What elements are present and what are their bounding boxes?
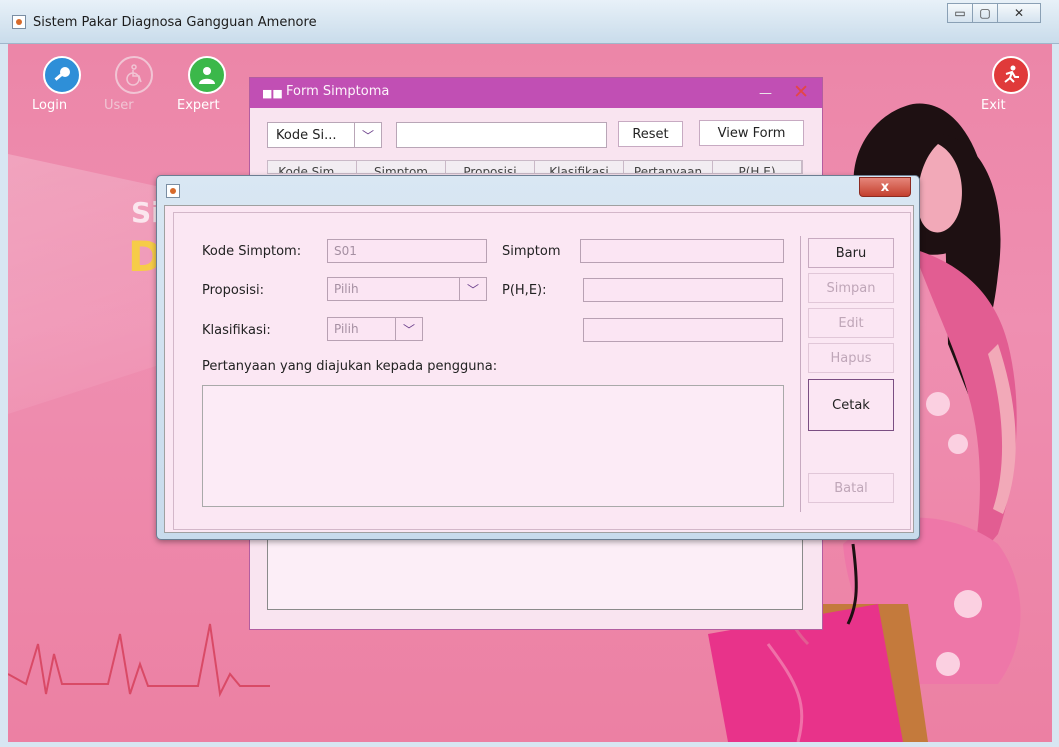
wheelchair-icon — [115, 56, 153, 94]
toolbar-exit[interactable]: Exit — [981, 56, 1041, 113]
chevron-down-icon: ﹀ — [459, 278, 486, 300]
simptom-field[interactable] — [580, 239, 784, 263]
expert-label: Expert — [177, 98, 220, 113]
form-close-button[interactable]: ✕ — [793, 81, 809, 103]
column-header[interactable]: P(H,E) — [713, 161, 802, 173]
column-header[interactable]: Simptom — [357, 161, 446, 173]
toolbar-login[interactable]: Login — [32, 56, 92, 113]
window-title: Sistem Pakar Diagnosa Gangguan Amenore — [33, 15, 317, 30]
login-label: Login — [32, 98, 68, 113]
kode-simptom-value: S01 — [334, 244, 357, 258]
window-controls: ▭ ▢ ✕ — [947, 3, 1041, 23]
maximize-button[interactable]: ▢ — [972, 3, 998, 23]
view-form-button[interactable]: View Form — [699, 120, 804, 146]
key-icon — [43, 56, 81, 94]
exit-label: Exit — [981, 98, 1006, 113]
proposisi-combo[interactable]: Pilih ﹀ — [327, 277, 487, 301]
phe-field[interactable] — [583, 278, 783, 302]
simptom-label: Simptom — [502, 244, 561, 259]
close-button[interactable]: ✕ — [997, 3, 1041, 23]
windows-logo-icon: ■■ — [262, 87, 283, 100]
hapus-button[interactable]: Hapus — [808, 343, 894, 373]
heartbeat-line — [8, 623, 270, 698]
pertanyaan-label: Pertanyaan yang diajukan kepada pengguna… — [202, 359, 498, 374]
user-label: User — [104, 98, 134, 113]
form-minimize-button[interactable]: — — [759, 86, 772, 101]
batal-button[interactable]: Batal — [808, 473, 894, 503]
phe-label: P(H,E): — [502, 283, 547, 298]
runner-icon — [992, 56, 1030, 94]
dialog-content: Kode Simptom: S01 Simptom Proposisi: Pil… — [164, 205, 914, 533]
person-icon — [188, 56, 226, 94]
edit-button[interactable]: Edit — [808, 308, 894, 338]
main-titlebar: Sistem Pakar Diagnosa Gangguan Amenore ▭… — [0, 0, 1059, 44]
baru-button[interactable]: Baru — [808, 238, 894, 268]
dialog-form-panel: Kode Simptom: S01 Simptom Proposisi: Pil… — [173, 212, 911, 530]
dialog-close-button[interactable]: x — [859, 177, 911, 197]
column-header[interactable]: Klasifikasi — [535, 161, 624, 173]
java-app-icon — [12, 15, 26, 29]
pertanyaan-textarea[interactable] — [202, 385, 784, 507]
reset-button[interactable]: Reset — [618, 121, 683, 147]
column-header[interactable]: Kode Sim... — [268, 161, 357, 173]
kode-simptom-label: Kode Simptom: — [202, 244, 302, 259]
simpan-button[interactable]: Simpan — [808, 273, 894, 303]
java-app-icon — [166, 184, 180, 198]
cetak-button[interactable]: Cetak — [808, 379, 894, 431]
kode-simptom-field[interactable]: S01 — [327, 239, 487, 263]
proposisi-value: Pilih — [334, 282, 359, 296]
klasifikasi-value: Pilih — [334, 322, 359, 336]
toolbar-user[interactable]: User — [104, 56, 164, 113]
form-simptoma-title: Form Simptoma — [286, 84, 390, 99]
minimize-button[interactable]: ▭ — [947, 3, 973, 23]
form-simptoma-titlebar: ■■ Form Simptoma — ✕ — [250, 78, 822, 108]
klasifikasi-detail-field[interactable] — [583, 318, 783, 342]
search-field-combo[interactable]: Kode Si... ﹀ — [267, 122, 382, 148]
klasifikasi-combo[interactable]: Pilih ﹀ — [327, 317, 423, 341]
proposisi-label: Proposisi: — [202, 283, 264, 298]
search-combo-value: Kode Si... — [276, 128, 337, 143]
toolbar-expert[interactable]: Expert — [177, 56, 237, 113]
klasifikasi-label: Klasifikasi: — [202, 323, 271, 338]
button-panel-divider — [800, 236, 801, 512]
chevron-down-icon: ﹀ — [395, 318, 422, 340]
chevron-down-icon: ﹀ — [354, 123, 381, 147]
column-header[interactable]: Pertanyaan — [624, 161, 713, 173]
column-header[interactable]: Proposisi — [446, 161, 535, 173]
search-input[interactable] — [396, 122, 607, 148]
simptom-table-header: Kode Sim... Simptom Proposisi Klasifikas… — [267, 160, 803, 174]
simptom-dialog: x Kode Simptom: S01 Simptom Proposisi: P… — [156, 175, 920, 540]
